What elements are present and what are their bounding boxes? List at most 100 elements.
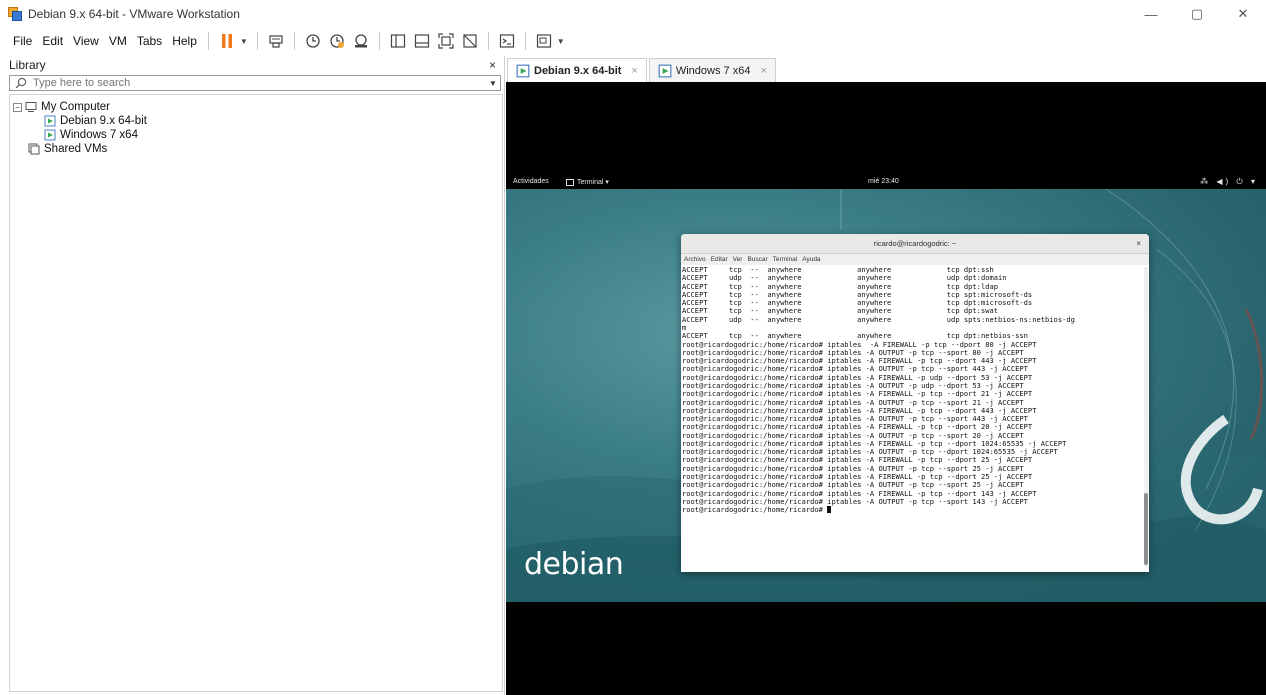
title-bar: Debian 9.x 64-bit - VMware Workstation —… [0, 0, 1266, 28]
full-screen-button[interactable] [435, 30, 457, 52]
take-snapshot-button[interactable] [302, 30, 324, 52]
toolbar-separator [487, 32, 489, 50]
terminal-prompt: root@ricardogodric:/home/ricardo# [682, 505, 828, 515]
minimize-button[interactable]: — [1128, 0, 1174, 28]
terminal-menubar: Archivo Editar Ver Buscar Terminal Ayuda [681, 254, 1149, 265]
toolbar-separator [293, 32, 295, 50]
search-dropdown-icon[interactable]: ▼ [486, 79, 500, 88]
snapshot-icon [306, 34, 320, 48]
terminal-icon [566, 178, 574, 186]
tree-label: Debian 9.x 64-bit [60, 115, 147, 127]
tab-windows7[interactable]: Windows 7 x64 × [648, 58, 776, 82]
tree-label: Windows 7 x64 [60, 129, 138, 141]
menu-edit[interactable]: Edit [37, 34, 68, 48]
terminal-menu-terminal[interactable]: Terminal [773, 256, 798, 263]
unity-button[interactable] [459, 30, 481, 52]
app-menu[interactable]: Terminal ▾ [566, 178, 609, 186]
terminal-cursor [827, 506, 832, 514]
window-controls: — ▢ ✕ [1128, 0, 1266, 28]
terminal-close-button[interactable]: × [1136, 239, 1141, 248]
library-title: Library [9, 58, 46, 72]
tab-close-icon[interactable]: × [631, 65, 637, 77]
menu-view[interactable]: View [68, 34, 104, 48]
computer-icon [25, 102, 37, 112]
show-library-icon [390, 34, 405, 48]
menu-file[interactable]: File [8, 34, 37, 48]
terminal-menu-editar[interactable]: Editar [711, 256, 728, 263]
tree-item-debian[interactable]: Debian 9.x 64-bit [44, 114, 147, 128]
terminal-window[interactable]: ricardo@ricardogodric: ~ × Archivo Edita… [681, 234, 1149, 572]
stretch-guest-icon [536, 34, 551, 48]
vm-running-icon [44, 129, 56, 141]
terminal-output[interactable]: ACCEPT tcp -- anywhere anywhere tcp dpt:… [681, 266, 1143, 572]
tree-label: My Computer [41, 101, 111, 113]
search-icon [13, 76, 29, 90]
shared-vms-icon [28, 143, 40, 155]
send-ctrl-alt-del-button[interactable] [265, 30, 287, 52]
revert-snapshot-button[interactable] [326, 30, 348, 52]
menu-vm[interactable]: VM [104, 34, 132, 48]
pause-icon [221, 34, 232, 48]
system-tray[interactable]: ⁂ ◀) ⏻ ▾ [1200, 177, 1258, 187]
debian-logo: debian [524, 547, 624, 582]
tab-label: Windows 7 x64 [675, 64, 751, 77]
menu-help[interactable]: Help [167, 34, 202, 48]
activities-button[interactable]: Actividades [513, 178, 549, 185]
pause-button[interactable] [216, 30, 238, 52]
collapse-icon[interactable]: − [13, 102, 22, 112]
library-header: Library × [0, 56, 504, 74]
terminal-scrollbar-thumb[interactable] [1144, 493, 1148, 565]
vm-console[interactable]: Actividades Terminal ▾ mié 23:40 ⁂ ◀) ⏻ … [506, 82, 1266, 695]
vm-running-icon [658, 64, 672, 77]
toolbar-separator [207, 32, 209, 50]
gnome-top-bar: Actividades Terminal ▾ mié 23:40 ⁂ ◀) ⏻ … [506, 175, 1266, 189]
tab-label: Debian 9.x 64-bit [534, 64, 622, 77]
vmware-app-icon [8, 7, 22, 21]
vm-running-icon [516, 64, 530, 77]
toolbar-separator [378, 32, 380, 50]
close-button[interactable]: ✕ [1220, 0, 1266, 28]
snapshot-manager-icon [354, 34, 367, 48]
show-library-button[interactable] [387, 30, 409, 52]
stretch-guest-button[interactable] [533, 30, 555, 52]
send-keys-icon [269, 35, 283, 48]
terminal-menu-ayuda[interactable]: Ayuda [802, 256, 820, 263]
library-panel: Library × ▼ − My Computer Debian 9.x 64-… [0, 56, 505, 695]
clock[interactable]: mié 23:40 [868, 178, 899, 185]
thumbnail-bar-icon [414, 34, 429, 48]
app-menu-label: Terminal ▾ [577, 179, 609, 186]
library-search-box[interactable]: ▼ [9, 75, 501, 91]
menu-tabs[interactable]: Tabs [132, 34, 167, 48]
snapshot-manager-button[interactable] [350, 30, 372, 52]
thumbnail-bar-button[interactable] [411, 30, 433, 52]
terminal-menu-buscar[interactable]: Buscar [747, 256, 767, 263]
toolbar-separator [524, 32, 526, 50]
tree-label: Shared VMs [44, 143, 108, 155]
vm-running-icon [44, 115, 56, 127]
library-close-button[interactable]: × [489, 58, 496, 72]
console-view-icon [499, 34, 514, 48]
tree-item-windows7[interactable]: Windows 7 x64 [44, 128, 138, 142]
guest-desktop: debian ricardo@ricardogodric: ~ × Archiv… [506, 189, 1266, 602]
window-title: Debian 9.x 64-bit - VMware Workstation [28, 7, 240, 21]
terminal-titlebar: ricardo@ricardogodric: ~ × [681, 234, 1149, 254]
stretch-dropdown-caret[interactable]: ▼ [557, 37, 565, 46]
tab-debian[interactable]: Debian 9.x 64-bit × [507, 58, 647, 82]
terminal-menu-ver[interactable]: Ver [733, 256, 743, 263]
tree-item-my-computer[interactable]: − My Computer [13, 100, 110, 114]
full-screen-icon [438, 33, 454, 49]
library-tree: − My Computer Debian 9.x 64-bit Windows … [9, 94, 503, 692]
menu-toolbar: File Edit View VM Tabs Help ▼ ▼ [0, 28, 1266, 54]
terminal-scrollbar[interactable] [1144, 267, 1148, 567]
vm-tab-strip: Debian 9.x 64-bit × Windows 7 x64 × [507, 58, 778, 82]
console-view-button[interactable] [496, 30, 518, 52]
maximize-button[interactable]: ▢ [1174, 0, 1220, 28]
search-input[interactable] [33, 77, 486, 89]
tree-item-shared-vms[interactable]: Shared VMs [28, 142, 107, 156]
pause-dropdown-caret[interactable]: ▼ [240, 37, 248, 46]
terminal-prompt-line[interactable]: root@ricardogodric:/home/ricardo# [682, 506, 1143, 514]
unity-icon [463, 34, 477, 48]
tab-close-icon[interactable]: × [760, 65, 766, 77]
toolbar-separator [256, 32, 258, 50]
terminal-menu-archivo[interactable]: Archivo [684, 256, 706, 263]
